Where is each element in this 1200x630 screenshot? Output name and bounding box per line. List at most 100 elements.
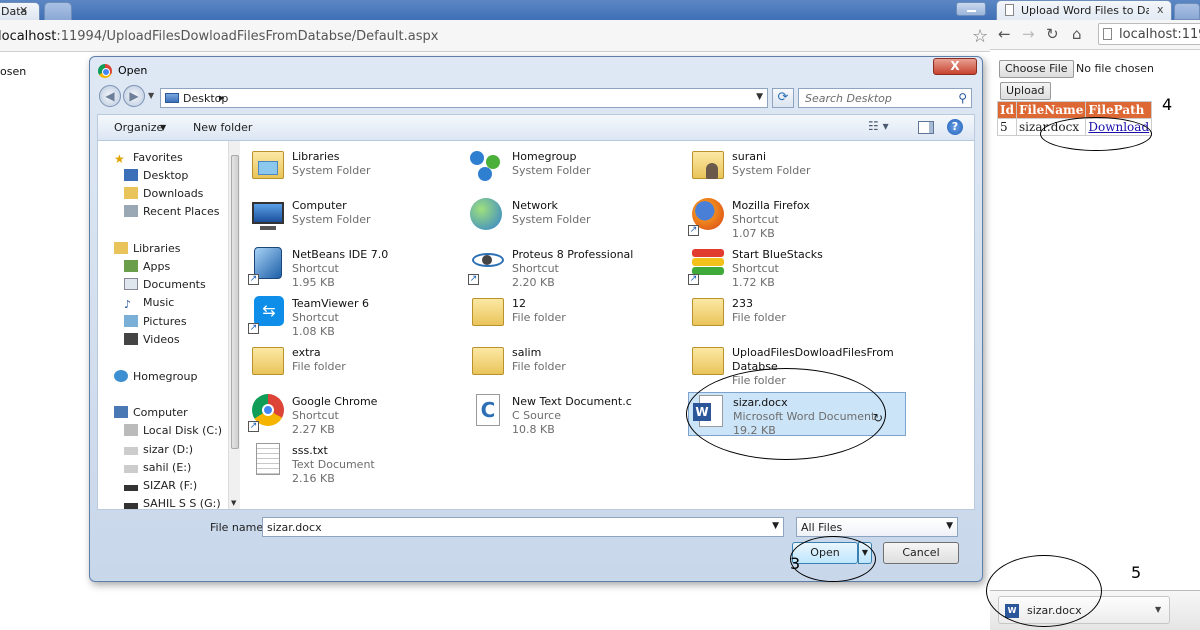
file-item-network[interactable]: Network System Folder — [468, 196, 678, 240]
computer-icon — [114, 406, 128, 418]
nav-drive-f[interactable]: SIZAR (F:) — [124, 479, 197, 497]
new-folder-button[interactable]: New folder — [193, 121, 252, 134]
no-file-chosen-text: No file chosen — [1076, 62, 1154, 75]
step-number-5: 5 — [1131, 563, 1142, 582]
proteus-icon: ↗ — [468, 245, 508, 285]
upload-button[interactable]: Upload — [1000, 82, 1051, 100]
nav-favorites[interactable]: ★ Favorites — [114, 151, 183, 169]
nav-music[interactable]: ♪ Music — [124, 296, 174, 314]
nav-drive-c[interactable]: Local Disk (C:) — [124, 424, 222, 442]
help-icon[interactable]: ? — [947, 119, 963, 135]
new-tab-button[interactable] — [1174, 3, 1200, 20]
file-item-google-chrome[interactable]: ↗ Google Chrome Shortcut 2.27 KB — [248, 392, 458, 436]
url-text[interactable]: localhost:1199 — [1119, 27, 1200, 42]
dialog-close-button[interactable]: X — [933, 58, 977, 75]
nav-documents[interactable]: Documents — [124, 278, 206, 296]
left-browser-tabstrip: Data ✕ — [0, 0, 990, 20]
bookmark-star-icon[interactable]: ☆ — [972, 26, 988, 47]
filename-input[interactable]: sizar.docx ▼ — [262, 517, 784, 537]
chevron-down-icon[interactable]: ▼ — [772, 521, 779, 531]
reload-icon[interactable]: ↻ — [1046, 25, 1059, 43]
location-bar[interactable]: Desktop ▸ ▼ — [160, 88, 768, 108]
cancel-button[interactable]: Cancel — [883, 542, 959, 564]
file-item-start-bluestacks[interactable]: ↗ Start BlueStacks Shortcut 1.72 KB — [688, 245, 898, 289]
chrome-icon: ↗ — [248, 392, 288, 432]
file-item-proteus[interactable]: ↗ Proteus 8 Professional Shortcut 2.20 K… — [468, 245, 678, 289]
close-icon[interactable]: ✕ — [19, 4, 28, 17]
change-view-icon[interactable]: ☷ ▾ — [868, 119, 902, 136]
file-item-12[interactable]: 12 File folder — [468, 294, 678, 338]
file-item-mozilla-firefox[interactable]: ↗ Mozilla Firefox Shortcut 1.07 KB — [688, 196, 898, 240]
pictures-icon — [124, 315, 138, 327]
nav-drive-g[interactable]: SAHIL S S (G:) — [124, 497, 221, 509]
nav-scrollbar-thumb[interactable] — [231, 155, 239, 449]
file-item-sss-txt[interactable]: sss.txt Text Document 2.16 KB — [248, 441, 458, 485]
file-item-new-text-document-c[interactable]: C New Text Document.c C Source 10.8 KB — [468, 392, 678, 436]
chrome-icon — [98, 64, 112, 78]
forward-arrow-icon[interactable]: → — [1022, 25, 1035, 43]
organize-menu[interactable]: Organize — [114, 121, 163, 134]
nav-libraries[interactable]: Libraries — [114, 242, 181, 260]
nav-scrollbar[interactable]: ▼ — [228, 141, 240, 509]
network-icon — [468, 196, 508, 236]
libraries-icon — [248, 147, 288, 187]
folder-icon — [248, 343, 288, 383]
nav-drive-e[interactable]: sahil (E:) — [124, 461, 191, 479]
left-no-file-text: osen — [0, 65, 27, 78]
nav-downloads[interactable]: Downloads — [124, 187, 203, 205]
minimize-button[interactable] — [956, 2, 986, 16]
back-arrow-icon[interactable]: ← — [998, 25, 1011, 43]
file-item-salim[interactable]: salim File folder — [468, 343, 678, 387]
netbeans-icon: ↗ — [248, 245, 288, 285]
preview-pane-icon[interactable] — [918, 121, 934, 134]
recent-locations-dropdown[interactable]: ▼ — [148, 91, 154, 100]
nav-desktop[interactable]: Desktop — [124, 169, 188, 187]
file-item-netbeans[interactable]: ↗ NetBeans IDE 7.0 Shortcut 1.95 KB — [248, 245, 458, 289]
file-item-computer[interactable]: Computer System Folder — [248, 196, 458, 240]
nav-apps[interactable]: Apps — [124, 260, 170, 278]
music-icon: ♪ — [124, 298, 132, 311]
file-item-extra[interactable]: extra File folder — [248, 343, 458, 387]
usb-drive-icon — [124, 485, 138, 491]
nav-homegroup[interactable]: Homegroup — [114, 370, 197, 388]
close-icon[interactable]: x — [1157, 3, 1164, 16]
choose-file-button[interactable]: Choose File — [999, 60, 1074, 78]
file-item-surani[interactable]: surani System Folder — [688, 147, 898, 191]
refresh-button[interactable]: ⟳ — [772, 88, 794, 108]
file-item-homegroup[interactable]: Homegroup System Folder — [468, 147, 678, 191]
forward-arrow-icon[interactable]: ▶ — [123, 85, 145, 107]
filetype-select[interactable]: All Files ▼ — [796, 517, 958, 537]
file-item-233[interactable]: 233 File folder — [688, 294, 898, 338]
cell-id: 5 — [996, 118, 1018, 136]
file-item-teamviewer[interactable]: ⇆ ↗ TeamViewer 6 Shortcut 1.08 KB — [248, 294, 458, 338]
left-url-text[interactable]: localhost:11994/UploadFilesDowloadFilesF… — [0, 29, 438, 44]
nav-drive-d[interactable]: sizar (D:) — [124, 443, 193, 461]
chevron-down-icon[interactable]: ▼ — [946, 521, 953, 531]
url-input[interactable]: localhost:1199 — [1098, 23, 1200, 45]
left-browser-tab[interactable]: Data ✕ — [0, 2, 40, 20]
location-dropdown-icon[interactable]: ▼ — [756, 92, 763, 102]
breadcrumb-arrow-icon[interactable]: ▸ — [219, 91, 225, 104]
folder-icon — [688, 294, 728, 334]
recent-places-icon — [124, 205, 138, 217]
scroll-down-arrow-icon[interactable]: ▼ — [231, 499, 236, 507]
search-input[interactable]: Search Desktop ⚲ — [798, 88, 972, 108]
nav-recent-places[interactable]: Recent Places — [124, 205, 220, 223]
search-icon[interactable]: ⚲ — [958, 91, 967, 105]
file-item-libraries[interactable]: Libraries System Folder — [248, 147, 458, 191]
dialog-toolbar: Organize ▼ New folder ☷ ▾ ? — [97, 114, 975, 140]
folder-icon — [688, 343, 728, 383]
home-icon[interactable]: ⌂ — [1072, 25, 1082, 43]
left-address-bar[interactable]: localhost:11994/UploadFilesDowloadFilesF… — [0, 20, 990, 52]
filename-value[interactable]: sizar.docx — [267, 521, 322, 534]
download-menu-dropdown[interactable]: ▼ — [1155, 605, 1161, 614]
nav-computer[interactable]: Computer — [114, 406, 188, 424]
step-number-3: 3 — [790, 554, 801, 573]
nav-videos[interactable]: Videos — [124, 333, 180, 351]
new-tab-button[interactable] — [44, 2, 72, 20]
nav-pictures[interactable]: Pictures — [124, 315, 187, 333]
annotation-ellipse-shelf — [986, 555, 1102, 627]
chevron-down-icon[interactable]: ▼ — [160, 123, 166, 132]
right-browser-tab[interactable]: Upload Word Files to Data x — [996, 0, 1172, 20]
back-arrow-icon[interactable]: ◀ — [99, 85, 121, 107]
